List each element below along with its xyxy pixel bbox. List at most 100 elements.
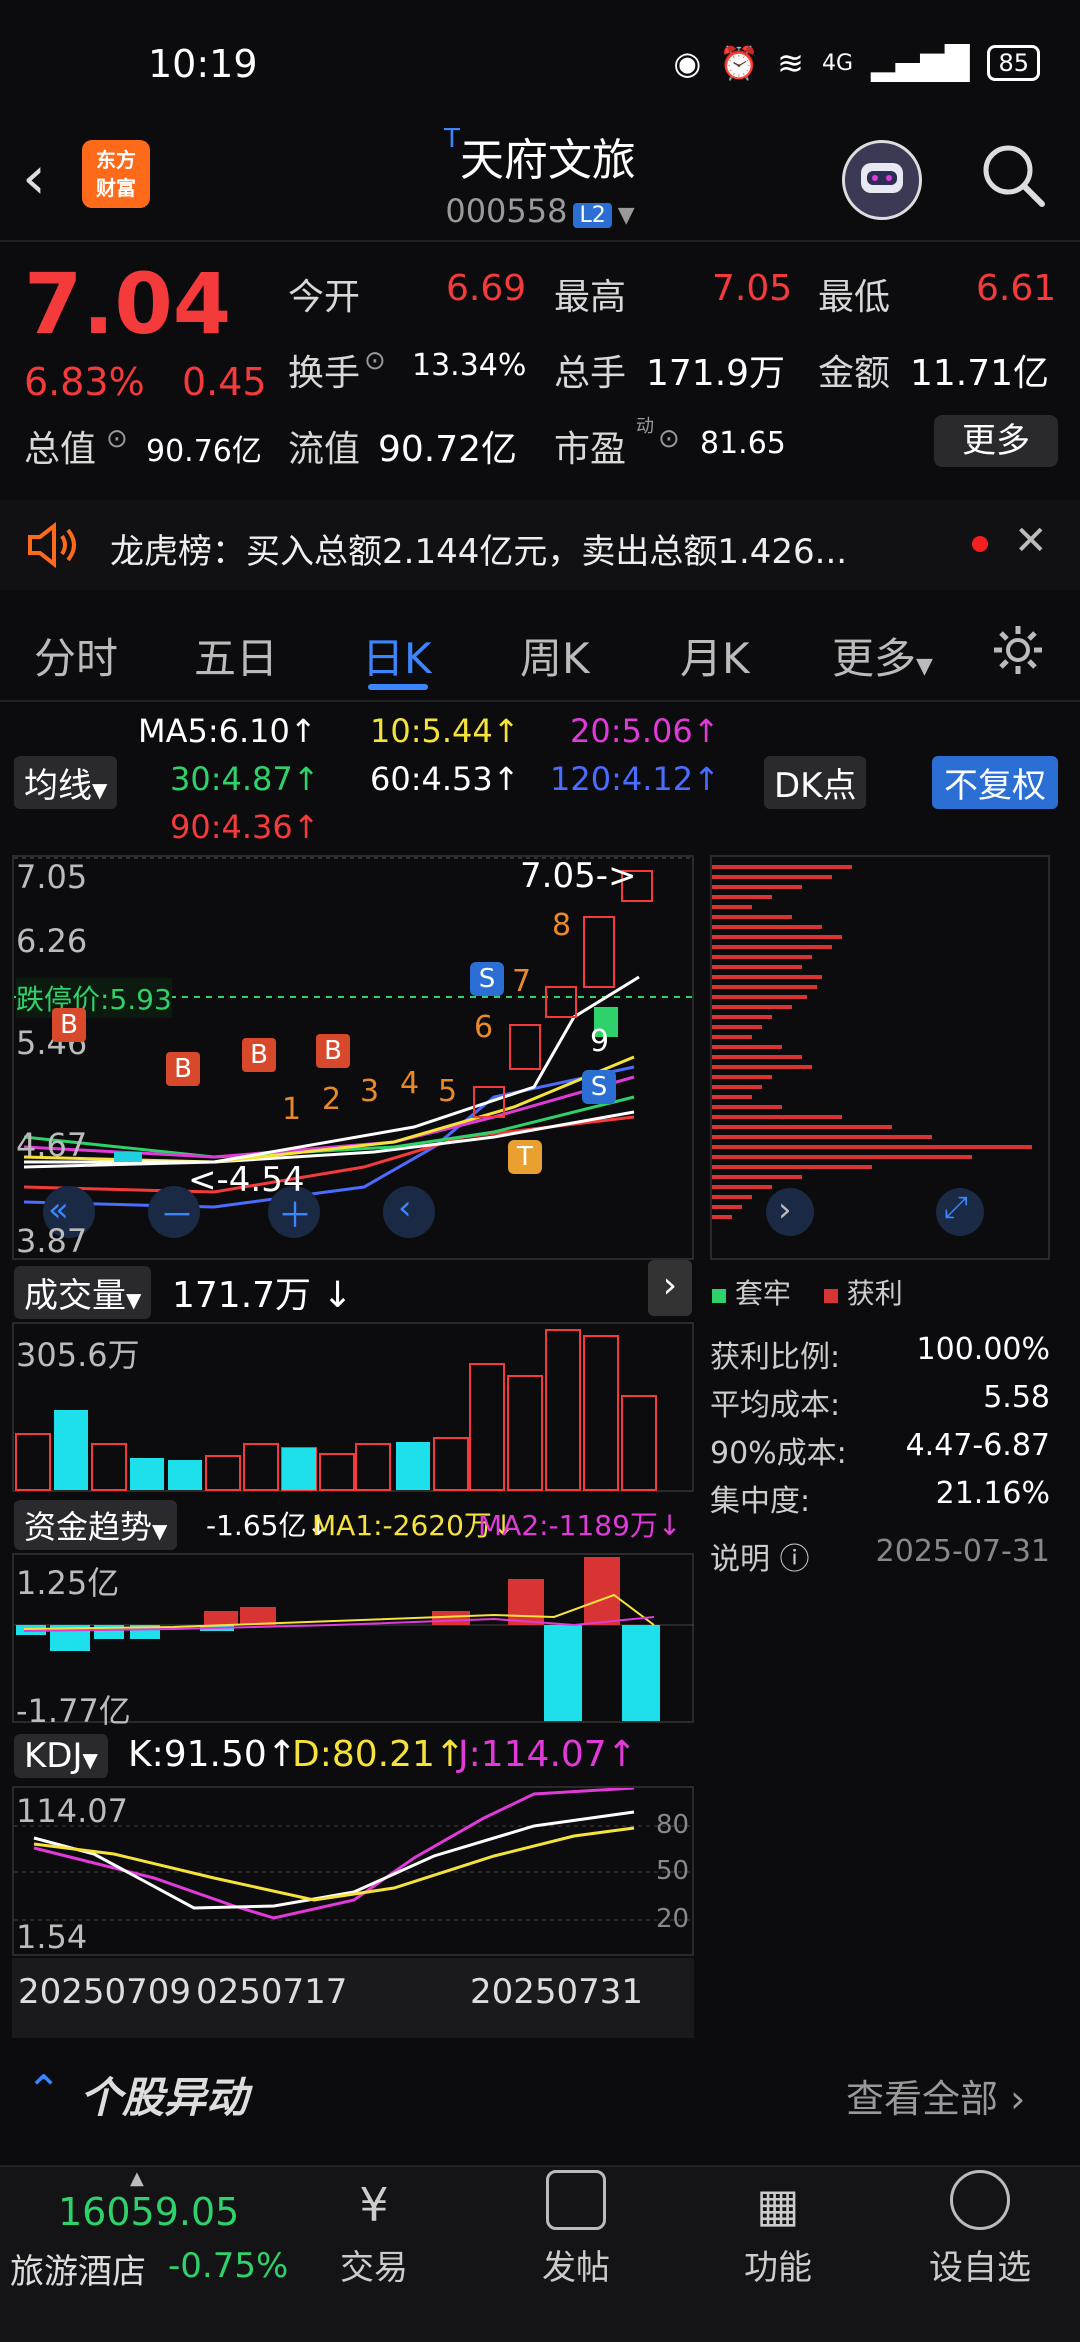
float-value: 90.72亿 bbox=[378, 429, 518, 470]
pe-label: 市盈 bbox=[554, 429, 627, 470]
nav-post[interactable]: 发帖 bbox=[516, 2170, 636, 2289]
count-marker: 1 bbox=[282, 1092, 302, 1127]
ma10-label: 10:5.44↑ bbox=[370, 712, 520, 750]
tab-five-day[interactable]: 五日 bbox=[194, 625, 278, 686]
info-icon[interactable]: ⊙ bbox=[106, 424, 128, 454]
movement-title: 个股异动 bbox=[80, 2073, 249, 2122]
ma-select[interactable]: 均线▼ bbox=[14, 756, 118, 809]
tab-more[interactable]: 更多▼ bbox=[832, 625, 933, 686]
pe-value: 81.65 bbox=[700, 426, 786, 461]
kdj-bottom-label: 1.54 bbox=[16, 1918, 88, 1956]
low-value: 6.61 bbox=[976, 268, 1057, 309]
kdj-top-label: 114.07 bbox=[16, 1792, 128, 1830]
index-name[interactable]: 旅游酒店 bbox=[10, 2244, 146, 2293]
count-marker: 6 bbox=[474, 1010, 494, 1045]
next-icon[interactable]: › bbox=[778, 1190, 792, 1230]
nav-trade[interactable]: ¥ 交易 bbox=[314, 2170, 434, 2289]
expand-arrow-icon[interactable]: › bbox=[648, 1260, 692, 1316]
funds-ma2: MA2:-1189万↓ bbox=[478, 1509, 682, 1542]
zoom-out-icon[interactable]: － bbox=[160, 1188, 194, 1237]
close-icon[interactable]: ✕ bbox=[1014, 518, 1048, 564]
chip-distribution-chart[interactable] bbox=[710, 855, 1050, 1260]
ma120-label: 120:4.12↑ bbox=[550, 760, 720, 798]
buy-marker[interactable]: B bbox=[52, 1008, 86, 1042]
volume-select[interactable]: 成交量▼ bbox=[14, 1266, 152, 1319]
adjust-toggle[interactable]: 不复权 bbox=[932, 756, 1058, 809]
dropdown-icon: ▼ bbox=[152, 1519, 168, 1543]
current-price: 7.04 bbox=[24, 255, 232, 353]
stat-label: 平均成本: bbox=[710, 1388, 841, 1423]
more-button[interactable]: 更多 bbox=[934, 415, 1058, 467]
count-marker: 4 bbox=[400, 1066, 420, 1101]
sell-marker[interactable]: S bbox=[582, 1070, 616, 1104]
stat-value: 100.00% bbox=[916, 1332, 1050, 1367]
ma-select-label: 均线 bbox=[24, 766, 92, 806]
info-icon[interactable]: ⊙ bbox=[658, 424, 680, 454]
kdj-d: D:80.21↑ bbox=[292, 1734, 466, 1775]
legend-swatch-stable bbox=[712, 1289, 726, 1303]
tab-monthly-k[interactable]: 月K bbox=[680, 625, 750, 686]
search-icon[interactable] bbox=[978, 140, 1048, 214]
stat-value: 21.16% bbox=[935, 1476, 1050, 1511]
t-badge: T bbox=[444, 124, 460, 154]
legend-stable: 套牢 bbox=[734, 1277, 791, 1310]
chip-legend: 套牢 获利 bbox=[712, 1272, 903, 1312]
buy-marker[interactable]: B bbox=[242, 1038, 276, 1072]
sell-marker[interactable]: S bbox=[470, 962, 504, 996]
scroll-left-icon[interactable]: « bbox=[48, 1190, 69, 1230]
funds-top-label: 1.25亿 bbox=[16, 1564, 120, 1602]
kdj-level-50: 50 bbox=[656, 1856, 690, 1886]
kdj-level-20: 20 bbox=[656, 1904, 690, 1934]
dk-point-toggle[interactable]: DK点 bbox=[764, 756, 867, 809]
tab-weekly-k[interactable]: 周K bbox=[520, 625, 590, 686]
collapse-icon[interactable]: ⌃ bbox=[26, 2066, 61, 2115]
change-percent: 6.83% bbox=[24, 360, 145, 404]
ma20-label: 20:5.06↑ bbox=[570, 712, 720, 750]
chip-stat-row: 集中度: 21.16% bbox=[710, 1476, 1050, 1520]
index-value[interactable]: 16059.05 bbox=[58, 2190, 239, 2234]
ma5-label: MA5:6.10↑ bbox=[138, 712, 317, 750]
expand-icon[interactable]: ⤢ bbox=[944, 1190, 968, 1225]
header-divider bbox=[0, 240, 1080, 242]
zoom-in-icon[interactable]: ＋ bbox=[278, 1188, 312, 1237]
nav-functions[interactable]: ▦ 功能 bbox=[718, 2170, 838, 2289]
amount-label: 金额 bbox=[818, 353, 891, 394]
stat-label: 90%成本: bbox=[710, 1436, 847, 1471]
funds-select[interactable]: 资金趋势▼ bbox=[14, 1500, 178, 1550]
turnover-label: 换手 bbox=[288, 353, 361, 394]
high-value: 7.05 bbox=[712, 268, 793, 309]
count-marker: 7 bbox=[512, 964, 532, 999]
buy-marker[interactable]: B bbox=[316, 1034, 350, 1068]
assistant-avatar[interactable] bbox=[842, 140, 922, 220]
volume-label: 总手 bbox=[554, 353, 627, 394]
open-label: 今开 bbox=[288, 277, 361, 318]
mktcap-label: 总值 bbox=[24, 429, 97, 470]
tab-intraday[interactable]: 分时 bbox=[34, 625, 118, 686]
tab-daily-k[interactable]: 日K bbox=[362, 625, 432, 686]
stock-code: 000558 bbox=[445, 192, 568, 230]
nav-functions-label: 功能 bbox=[744, 2248, 812, 2288]
chip-note-row[interactable]: 说明 ⓘ 2025-07-31 bbox=[710, 1534, 1050, 1578]
settings-gear-icon[interactable] bbox=[990, 622, 1046, 682]
chevron-right-icon: › bbox=[1010, 2077, 1026, 2121]
stat-value: 4.47-6.87 bbox=[905, 1428, 1050, 1463]
t-marker[interactable]: T bbox=[508, 1140, 542, 1174]
volume-indicator: 171.7万 ↓ bbox=[172, 1275, 353, 1316]
info-icon[interactable]: ⊙ bbox=[364, 346, 386, 376]
buy-marker[interactable]: B bbox=[166, 1052, 200, 1086]
l2-badge: L2 bbox=[573, 203, 612, 228]
amount-value: 11.71亿 bbox=[910, 353, 1050, 394]
step-left-icon[interactable]: ‹ bbox=[398, 1188, 412, 1228]
volume-value: 171.9万 bbox=[646, 353, 786, 394]
volume-max-label: 305.6万 bbox=[16, 1336, 140, 1374]
tab-more-label: 更多 bbox=[832, 634, 917, 683]
view-all-link[interactable]: 查看全部 › bbox=[846, 2068, 1025, 2123]
nav-watchlist[interactable]: 设自选 bbox=[920, 2170, 1040, 2289]
index-change: -0.75% bbox=[168, 2246, 289, 2286]
banner-text: 龙虎榜：买入总额2.144亿元，卖出总额1.426... bbox=[110, 532, 848, 572]
kdj-select[interactable]: KDJ▼ bbox=[14, 1734, 108, 1778]
count-marker: 5 bbox=[438, 1074, 458, 1109]
legend-swatch-profit bbox=[823, 1289, 838, 1303]
pe-sup: 动 bbox=[636, 416, 654, 437]
status-time: 10:19 bbox=[148, 42, 258, 86]
